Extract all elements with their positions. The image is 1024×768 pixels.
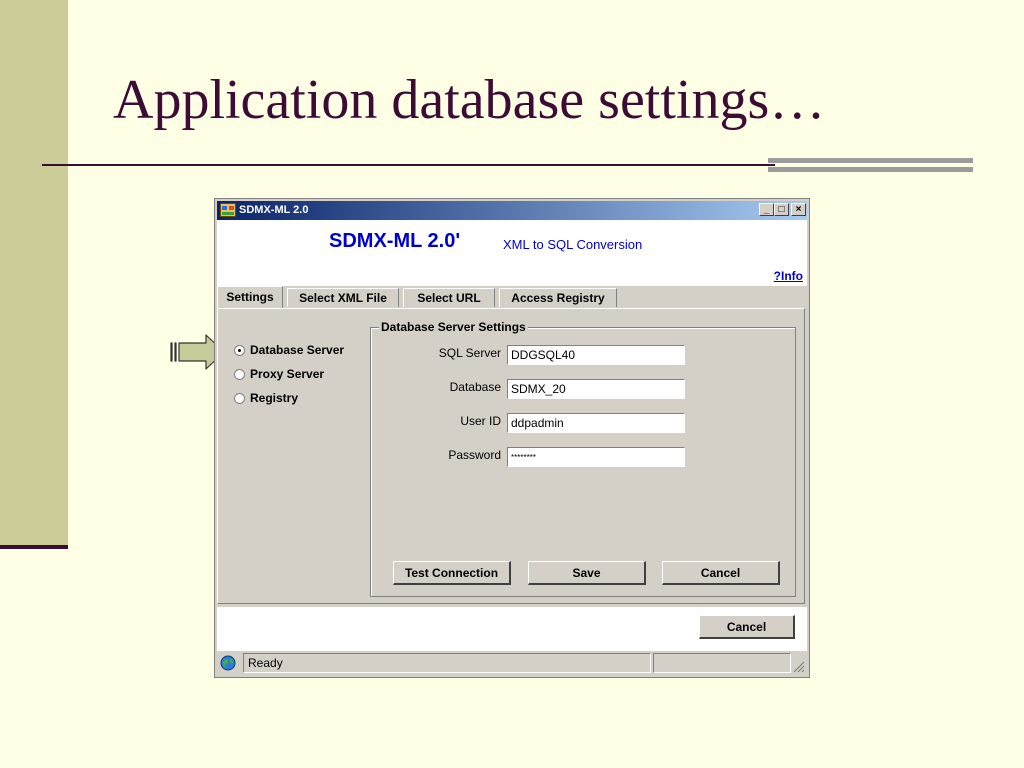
footer-cancel-button[interactable]: Cancel	[699, 615, 795, 639]
app-subtitle: XML to SQL Conversion	[503, 237, 643, 252]
database-label: Database	[449, 380, 501, 394]
group-cancel-button[interactable]: Cancel	[662, 561, 780, 585]
window-titlebar[interactable]: SDMX-ML 2.0 _ □ ×	[217, 201, 807, 220]
radio-button-checked[interactable]	[234, 345, 245, 356]
sql-server-label: SQL Server	[438, 346, 501, 360]
tab-access-registry[interactable]: Access Registry	[499, 288, 617, 307]
sql-server-input[interactable]	[507, 345, 685, 365]
radio-label: Proxy Server	[250, 367, 325, 381]
title-rule	[42, 164, 775, 166]
user-id-input[interactable]	[507, 413, 685, 433]
globe-icon	[220, 655, 236, 671]
radio-button[interactable]	[234, 393, 245, 404]
database-server-settings-group: Database Server Settings SQL Server Data…	[370, 320, 796, 597]
radio-database-server[interactable]: Database Server	[234, 343, 344, 357]
save-button[interactable]: Save	[528, 561, 646, 585]
radio-button[interactable]	[234, 369, 245, 380]
info-link[interactable]: ?Info	[774, 269, 803, 283]
accent-strip-rule	[0, 545, 68, 549]
app-name: SDMX-ML 2.0'	[329, 230, 461, 252]
radio-label: Database Server	[250, 343, 345, 357]
app-header: SDMX-ML 2.0' XML to SQL Conversion ?Info	[217, 220, 807, 286]
status-bar: Ready	[217, 653, 807, 675]
app-window-icon	[220, 203, 236, 217]
tab-settings[interactable]: Settings	[217, 286, 283, 308]
status-panel-secondary	[653, 653, 791, 673]
status-text: Ready	[243, 653, 651, 673]
resize-grip-icon[interactable]	[793, 661, 805, 673]
accent-strip	[0, 0, 68, 545]
settings-panel: Database Server Proxy Server Registry Da…	[217, 308, 805, 604]
radio-registry[interactable]: Registry	[234, 391, 298, 405]
tab-select-url[interactable]: Select URL	[403, 288, 495, 307]
group-legend: Database Server Settings	[379, 320, 528, 334]
user-id-label: User ID	[460, 414, 501, 428]
tab-select-xml-file[interactable]: Select XML File	[287, 288, 399, 307]
close-button[interactable]: ×	[791, 203, 806, 216]
footer-area: Cancel	[217, 607, 807, 651]
database-input[interactable]	[507, 379, 685, 399]
title-decoration-bars	[768, 158, 973, 176]
slide-title: Application database settings…	[113, 69, 826, 131]
maximize-button[interactable]: □	[774, 203, 789, 216]
window-title: SDMX-ML 2.0	[239, 204, 309, 216]
radio-label: Registry	[250, 391, 299, 405]
test-connection-button[interactable]: Test Connection	[393, 561, 511, 585]
radio-proxy-server[interactable]: Proxy Server	[234, 367, 324, 381]
password-input[interactable]	[507, 447, 685, 467]
password-label: Password	[448, 448, 501, 462]
tab-strip: Settings Select XML File Select URL Acce…	[217, 286, 807, 308]
minimize-button[interactable]: _	[759, 203, 774, 216]
app-window: SDMX-ML 2.0 _ □ × SDMX-ML 2.0' XML to SQ…	[214, 198, 810, 678]
